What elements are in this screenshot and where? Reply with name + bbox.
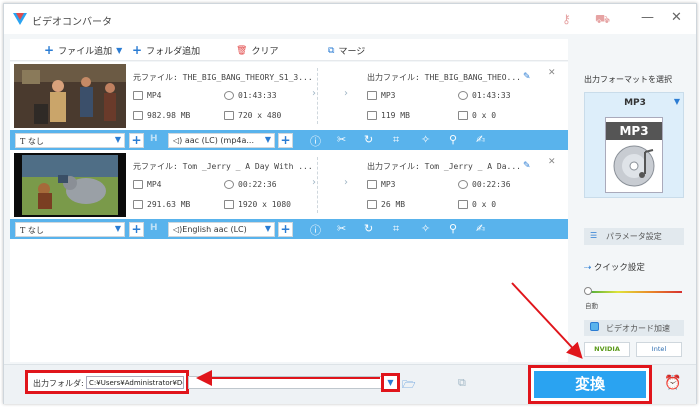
annotation-arrow-to-convert (511, 282, 583, 359)
annotation-overlay (196, 282, 583, 386)
